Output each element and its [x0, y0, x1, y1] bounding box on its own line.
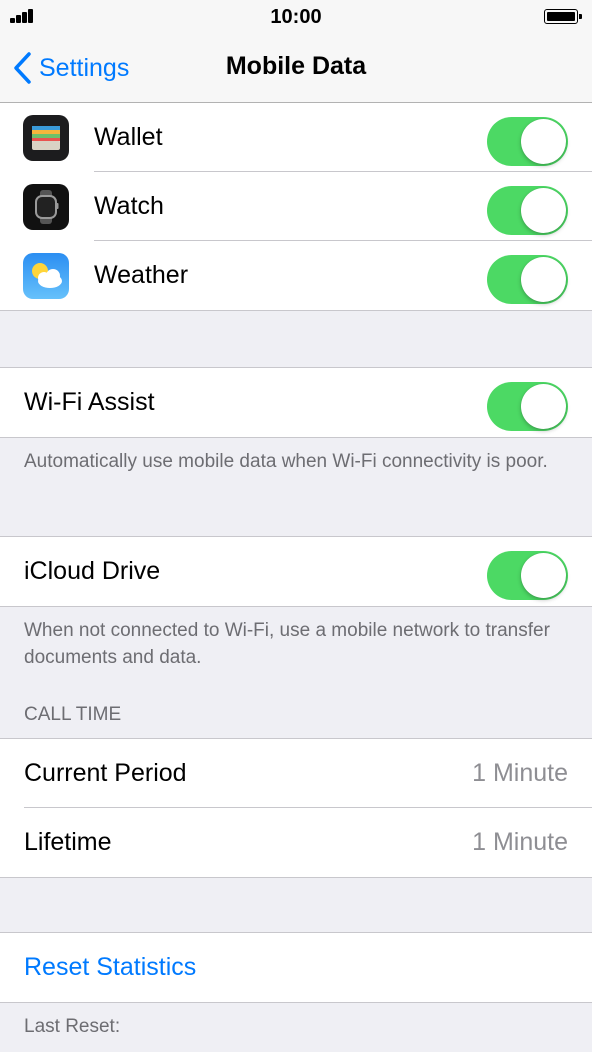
- current-period-row: Current Period 1 Minute: [0, 739, 592, 808]
- call-time-header: CALL TIME: [24, 704, 122, 725]
- status-bar: 10:00: [0, 0, 592, 34]
- wifi-assist-toggle[interactable]: [487, 382, 568, 431]
- last-reset-text: Last Reset:: [24, 1016, 121, 1037]
- icloud-drive-toggle[interactable]: [487, 551, 568, 600]
- wifi-assist-label: Wi-Fi Assist: [24, 388, 155, 416]
- status-time: 10:00: [270, 6, 322, 28]
- icloud-drive-row: iCloud Drive: [0, 537, 592, 606]
- lifetime-label: Lifetime: [24, 828, 112, 856]
- icloud-drive-group: iCloud Drive: [0, 536, 592, 607]
- lifetime-row: Lifetime 1 Minute: [0, 808, 592, 877]
- lifetime-value: 1 Minute: [472, 828, 568, 856]
- page-title: Mobile Data: [225, 52, 367, 80]
- current-period-label: Current Period: [24, 759, 187, 787]
- wifi-assist-group: Wi-Fi Assist: [0, 367, 592, 438]
- list-item-wallet: Wallet: [0, 103, 592, 172]
- battery-icon: [544, 9, 582, 24]
- list-item-watch: Watch: [0, 172, 592, 241]
- wifi-assist-footnote: Automatically use mobile data when Wi-Fi…: [24, 451, 548, 472]
- wallet-icon: [23, 115, 69, 161]
- app-name: Weather: [94, 261, 189, 289]
- icloud-drive-footnote: When not connected to Wi-Fi, use a mobil…: [24, 620, 550, 668]
- weather-icon: [23, 253, 69, 299]
- weather-toggle[interactable]: [487, 255, 568, 304]
- current-period-value: 1 Minute: [472, 759, 568, 787]
- call-time-group: Current Period 1 Minute Lifetime 1 Minut…: [0, 738, 592, 878]
- list-item-weather: Weather: [0, 241, 592, 310]
- reset-statistics-button[interactable]: Reset Statistics: [24, 953, 196, 982]
- reset-group: Reset Statistics: [0, 932, 592, 1003]
- app-data-list: Wallet Watch Weather: [0, 103, 592, 311]
- navigation-bar: Settings Mobile Data: [0, 34, 592, 103]
- reset-statistics-row[interactable]: Reset Statistics: [0, 933, 592, 1002]
- app-name: Wallet: [94, 123, 163, 151]
- wifi-assist-row: Wi-Fi Assist: [0, 368, 592, 437]
- watch-toggle[interactable]: [487, 186, 568, 235]
- app-name: Watch: [94, 192, 164, 220]
- wallet-toggle[interactable]: [487, 117, 568, 166]
- icloud-drive-label: iCloud Drive: [24, 557, 161, 585]
- watch-icon: [23, 184, 69, 230]
